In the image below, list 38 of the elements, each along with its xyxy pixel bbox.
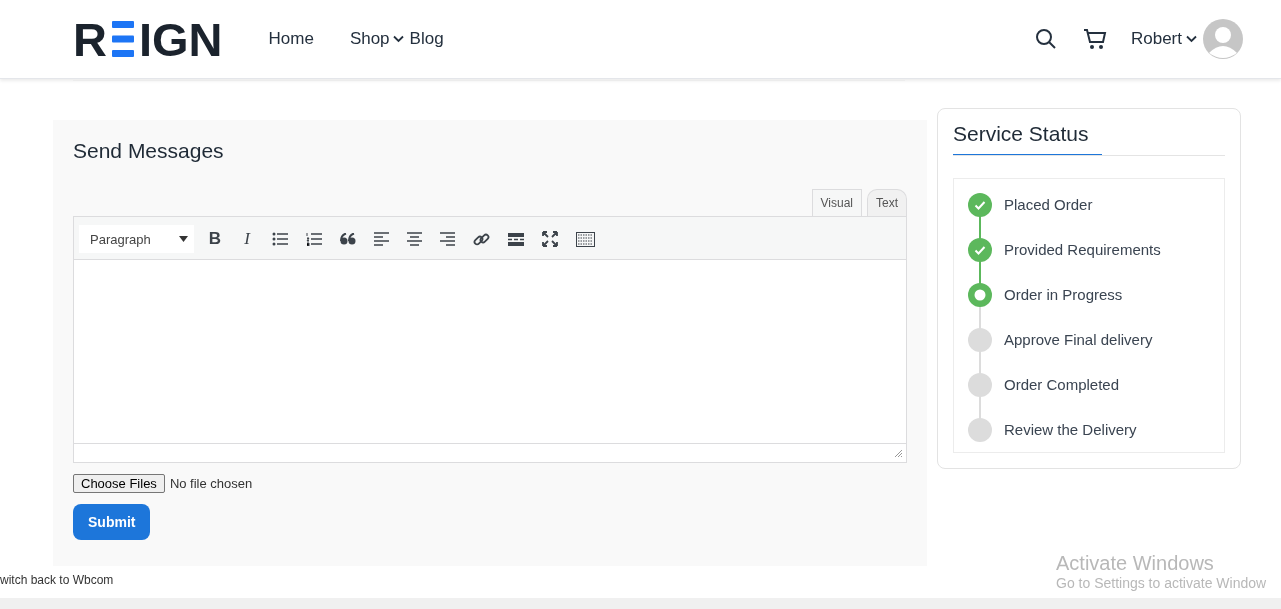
submit-button[interactable]: Submit bbox=[73, 504, 151, 540]
bullet-list-icon[interactable] bbox=[272, 232, 288, 246]
step-label: Approve Final delivery bbox=[1004, 330, 1153, 350]
step-label: Provided Requirements bbox=[1004, 240, 1161, 260]
nav-link[interactable]: Home bbox=[268, 29, 314, 49]
read-more-icon[interactable] bbox=[508, 232, 524, 246]
step-label: Review the Delivery bbox=[1004, 420, 1137, 440]
nav-link[interactable]: Blog bbox=[409, 29, 444, 49]
file-status: No file chosen bbox=[169, 476, 253, 491]
chevron-down-icon[interactable] bbox=[392, 35, 404, 43]
numbered-list-icon[interactable] bbox=[306, 232, 322, 246]
switch-back-link[interactable]: witch back to Wbcom bbox=[0, 573, 114, 587]
italic-button[interactable]: I bbox=[240, 229, 254, 249]
align-center-icon[interactable] bbox=[407, 232, 422, 246]
editor-tab[interactable]: Text bbox=[867, 189, 907, 216]
format-dropdown[interactable]: Paragraph bbox=[79, 225, 194, 253]
step-label: Order Completed bbox=[1004, 375, 1120, 395]
nav-link[interactable]: Shop bbox=[349, 29, 390, 49]
activation-notice-text: Go to Settings to activate Window bbox=[1056, 575, 1267, 591]
align-right-icon[interactable] bbox=[440, 232, 455, 246]
cart-icon[interactable] bbox=[1082, 28, 1107, 50]
dropdown-arrow-icon[interactable] bbox=[179, 236, 188, 242]
choose-files-button[interactable]: Choose Files bbox=[73, 474, 165, 493]
step-label: Placed Order bbox=[1004, 195, 1093, 215]
activation-notice-title: Activate Windows bbox=[1056, 552, 1215, 575]
toolbar-toggle-icon[interactable] bbox=[576, 231, 595, 247]
search-icon[interactable] bbox=[1034, 28, 1057, 50]
align-left-icon[interactable] bbox=[374, 232, 389, 246]
bold-button[interactable]: B bbox=[208, 229, 222, 249]
quote-icon[interactable] bbox=[340, 233, 356, 245]
user-menu[interactable]: Robert bbox=[1130, 29, 1182, 49]
resize-handle-icon[interactable] bbox=[894, 448, 903, 458]
step-label: Order in Progress bbox=[1004, 285, 1123, 305]
fullscreen-icon[interactable] bbox=[542, 231, 558, 247]
reign-logo[interactable]: R IGN bbox=[73, 15, 223, 63]
section-title: Send Messages bbox=[73, 139, 225, 163]
editor-tab[interactable]: Visual bbox=[811, 189, 862, 216]
chevron-down-icon[interactable] bbox=[1186, 35, 1197, 43]
